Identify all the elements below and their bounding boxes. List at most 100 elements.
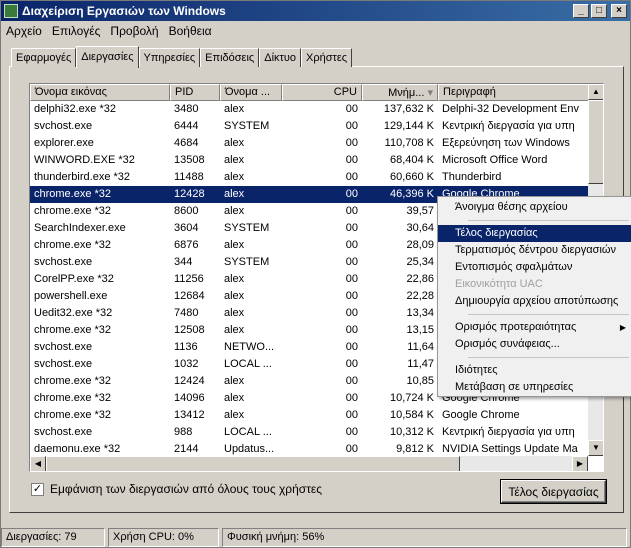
vertical-scroll-thumb[interactable] bbox=[588, 100, 603, 184]
cell-cpu: 00 bbox=[345, 171, 358, 183]
cell-pid: 11488 bbox=[174, 171, 204, 183]
cell-image-name: delphi32.exe *32 bbox=[34, 103, 116, 115]
status-processes: Διεργασίες: 79 bbox=[1, 528, 105, 547]
menu-separator bbox=[468, 357, 629, 358]
cell-cpu: 00 bbox=[345, 324, 358, 336]
scroll-up-icon[interactable]: ▲ bbox=[588, 84, 603, 100]
cell-pid: 1032 bbox=[174, 358, 199, 370]
cell-cpu: 00 bbox=[345, 341, 358, 353]
cell-memory: 46,396 K bbox=[389, 188, 434, 200]
cell-image-name: chrome.exe *32 bbox=[34, 205, 112, 217]
column-cpu[interactable]: CPU bbox=[282, 84, 362, 101]
column-memory-label: Μνήμ... bbox=[388, 87, 425, 99]
table-row[interactable]: thunderbird.exe *32 11488 alex 00 60,660 K Th… bbox=[30, 169, 590, 186]
scroll-right-icon[interactable]: ▶ bbox=[572, 456, 588, 471]
status-bar: Διεργασίες: 79 Χρήση CPU: 0% Φυσική μνήμ… bbox=[1, 526, 630, 547]
context-menu-item-label: Ιδιότητες bbox=[455, 364, 498, 376]
context-menu-item-label: Άνοιγμα θέσης αρχείου bbox=[455, 201, 568, 213]
context-menu-item-label: Ορισμός συνάφειας... bbox=[455, 338, 560, 350]
menu-bar: Αρχείο Επιλογές Προβολή Βοήθεια bbox=[1, 21, 217, 41]
cell-cpu: 00 bbox=[345, 137, 358, 149]
cell-user: alex bbox=[224, 171, 245, 183]
horizontal-scrollbar[interactable]: ◀ ▶ bbox=[30, 456, 588, 471]
cell-pid: 12428 bbox=[174, 188, 205, 200]
cell-memory: 39,57 bbox=[406, 205, 434, 217]
cell-pid: 11256 bbox=[174, 273, 204, 285]
menu-view[interactable]: Προβολή bbox=[105, 24, 163, 38]
horizontal-scroll-thumb[interactable] bbox=[46, 456, 460, 471]
cell-cpu: 00 bbox=[345, 188, 358, 200]
context-menu-item[interactable]: Άνοιγμα θέσης αρχείου bbox=[438, 199, 631, 216]
cell-memory: 10,85 bbox=[406, 375, 434, 387]
tab-performance[interactable]: Επιδόσεις bbox=[200, 48, 260, 67]
context-menu-item[interactable]: Ιδιότητες bbox=[438, 362, 631, 379]
cell-image-name: chrome.exe *32 bbox=[34, 392, 112, 404]
tab-applications[interactable]: Εφαρμογές bbox=[11, 48, 77, 67]
cell-pid: 3480 bbox=[174, 103, 199, 115]
table-row[interactable]: WINWORD.EXE *32 13508 alex 00 68,404 K Micros… bbox=[30, 152, 590, 169]
table-row[interactable]: delphi32.exe *32 3480 alex 00 137,632 K Delph… bbox=[30, 101, 590, 118]
task-manager-window: Διαχείριση Εργασιών των Windows _ □ × Αρ… bbox=[0, 0, 631, 548]
tab-processes[interactable]: Διεργασίες bbox=[76, 46, 139, 68]
show-all-users-checkbox[interactable]: ✓ bbox=[31, 482, 44, 496]
show-all-users-option[interactable]: ✓ Εμφάνιση των διεργασιών από όλους τους… bbox=[31, 482, 322, 496]
cell-memory: 68,404 K bbox=[389, 154, 434, 166]
context-menu-item[interactable]: Τέλος διεργασίας bbox=[438, 225, 631, 242]
context-menu-item[interactable]: Ορισμός προτεραιότητας ▶ bbox=[438, 319, 631, 336]
column-image-name[interactable]: Όνομα εικόνας bbox=[30, 84, 170, 101]
menu-options[interactable]: Επιλογές bbox=[47, 24, 106, 38]
table-row[interactable]: chrome.exe *32 13412 alex 00 10,584 K Google … bbox=[30, 407, 590, 424]
table-row[interactable]: svchost.exe 6444 SYSTEM 00 129,144 K Κεντρική… bbox=[30, 118, 590, 135]
submenu-arrow-icon: ▶ bbox=[619, 323, 626, 332]
window-title: Διαχείριση Εργασιών των Windows bbox=[22, 4, 226, 18]
context-menu-item[interactable]: Ορισμός συνάφειας... bbox=[438, 336, 631, 353]
tab-network[interactable]: Δίκτυο bbox=[259, 48, 301, 67]
cell-image-name: Uedit32.exe *32 bbox=[34, 307, 113, 319]
title-bar[interactable]: Διαχείριση Εργασιών των Windows _ □ × bbox=[1, 1, 630, 21]
cell-cpu: 00 bbox=[345, 256, 358, 268]
context-menu-item[interactable]: Εντοπισμός σφαλμάτων bbox=[438, 259, 631, 276]
cell-user: SYSTEM bbox=[224, 222, 270, 234]
cell-user: alex bbox=[224, 307, 245, 319]
context-menu-item-label: Μετάβαση σε υπηρεσίες bbox=[455, 381, 574, 393]
context-menu-item[interactable]: Τερματισμός δέντρου διεργασιών bbox=[438, 242, 631, 259]
cell-memory: 13,15 bbox=[406, 324, 434, 336]
cell-image-name: svchost.exe bbox=[34, 426, 93, 438]
context-menu-item-label: Εντοπισμός σφαλμάτων bbox=[455, 261, 573, 273]
tab-users[interactable]: Χρήστες bbox=[301, 48, 353, 67]
cell-cpu: 00 bbox=[345, 273, 358, 285]
cell-pid: 12684 bbox=[174, 290, 205, 302]
cell-cpu: 00 bbox=[345, 103, 358, 115]
table-row[interactable]: explorer.exe 4684 alex 00 110,708 K Εξερεύνησ… bbox=[30, 135, 590, 152]
context-menu-item-label: Εικονικότητα UAC bbox=[455, 278, 543, 290]
context-menu-item[interactable]: Δημιουργία αρχείου αποτύπωσης bbox=[438, 293, 631, 310]
menu-help[interactable]: Βοήθεια bbox=[164, 24, 217, 38]
context-menu-item[interactable]: Μετάβαση σε υπηρεσίες bbox=[438, 379, 631, 396]
column-description[interactable]: Περιγραφή bbox=[438, 84, 603, 101]
tab-services[interactable]: Υπηρεσίες bbox=[138, 48, 201, 67]
table-row[interactable]: svchost.exe 988 LOCAL ... 00 10,312 K Κεντρικ… bbox=[30, 424, 590, 441]
end-process-button[interactable]: Τέλος διεργασίας bbox=[501, 480, 606, 503]
context-menu-item: Εικονικότητα UAC bbox=[438, 276, 631, 293]
close-button[interactable]: × bbox=[611, 4, 627, 18]
cell-image-name: svchost.exe bbox=[34, 120, 93, 132]
scroll-down-icon[interactable]: ▼ bbox=[588, 440, 603, 456]
column-memory[interactable]: Μνήμ... ▾ bbox=[362, 84, 438, 101]
cell-cpu: 00 bbox=[345, 392, 358, 404]
cell-memory: 22,86 bbox=[406, 273, 434, 285]
cell-cpu: 00 bbox=[345, 307, 358, 319]
cell-pid: 988 bbox=[174, 426, 193, 438]
cell-memory: 30,64 bbox=[406, 222, 434, 234]
cell-memory: 28,09 bbox=[406, 239, 434, 251]
cell-pid: 14096 bbox=[174, 392, 205, 404]
menu-file[interactable]: Αρχείο bbox=[1, 24, 47, 38]
column-user-name[interactable]: Όνομα ... bbox=[220, 84, 282, 101]
minimize-button[interactable]: _ bbox=[573, 4, 589, 18]
cell-cpu: 00 bbox=[345, 409, 358, 421]
cell-image-name: chrome.exe *32 bbox=[34, 409, 112, 421]
scroll-left-icon[interactable]: ◀ bbox=[30, 456, 46, 471]
column-pid[interactable]: PID bbox=[170, 84, 220, 101]
maximize-button[interactable]: □ bbox=[591, 4, 607, 18]
cell-cpu: 00 bbox=[345, 120, 358, 132]
cell-user: SYSTEM bbox=[224, 120, 270, 132]
